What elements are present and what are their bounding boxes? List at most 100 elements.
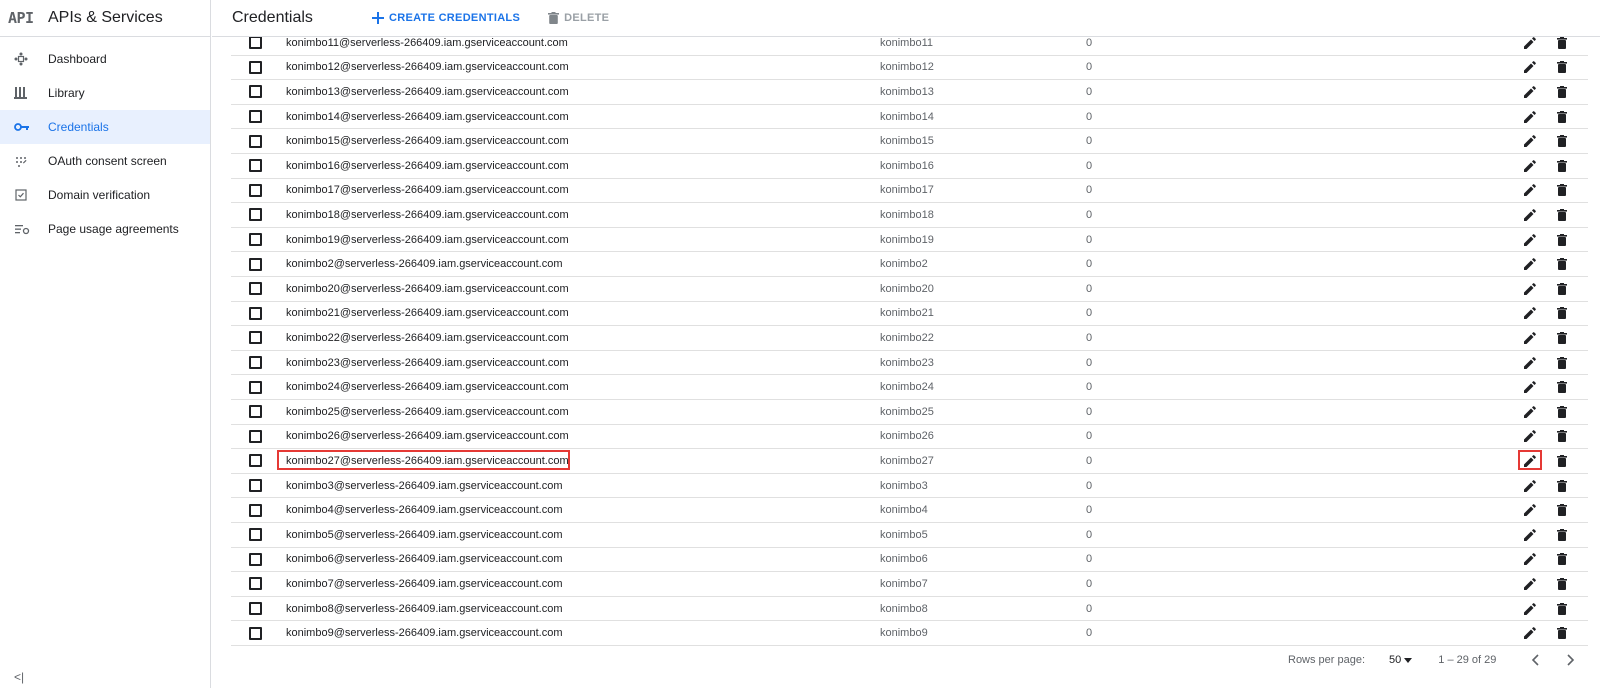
row-checkbox[interactable] (249, 503, 262, 517)
next-page-button[interactable] (1560, 652, 1582, 668)
delete-row-button[interactable] (1554, 428, 1570, 444)
delete-row-button[interactable] (1554, 330, 1570, 346)
delete-row-button[interactable] (1554, 109, 1570, 125)
edit-button[interactable] (1522, 576, 1538, 592)
edit-button[interactable] (1522, 330, 1538, 346)
row-email[interactable]: konimbo2@serverless-266409.iam.gservicea… (286, 258, 563, 270)
row-email[interactable]: konimbo4@serverless-266409.iam.gservicea… (286, 504, 563, 516)
row-checkbox[interactable] (249, 356, 262, 370)
delete-row-button[interactable] (1554, 527, 1570, 543)
row-checkbox[interactable] (249, 85, 262, 99)
edit-button[interactable] (1522, 109, 1538, 125)
edit-button[interactable] (1522, 355, 1538, 371)
row-checkbox[interactable] (249, 110, 262, 124)
edit-button[interactable] (1522, 404, 1538, 420)
row-email[interactable]: konimbo23@serverless-266409.iam.gservice… (286, 357, 569, 369)
row-checkbox[interactable] (249, 602, 262, 616)
row-checkbox[interactable] (249, 331, 262, 345)
row-checkbox[interactable] (249, 159, 262, 173)
delete-row-button[interactable] (1554, 601, 1570, 617)
sidebar-item-library[interactable]: Library (0, 76, 210, 110)
previous-page-button[interactable] (1524, 652, 1546, 668)
row-checkbox[interactable] (249, 405, 262, 419)
row-checkbox[interactable] (249, 134, 262, 148)
edit-button[interactable] (1522, 84, 1538, 100)
row-email[interactable]: konimbo26@serverless-266409.iam.gservice… (286, 430, 569, 442)
delete-row-button[interactable] (1554, 35, 1570, 51)
delete-row-button[interactable] (1554, 59, 1570, 75)
edit-button[interactable] (1522, 379, 1538, 395)
delete-row-button[interactable] (1554, 232, 1570, 248)
row-checkbox[interactable] (249, 60, 262, 74)
row-email[interactable]: konimbo8@serverless-266409.iam.gservicea… (286, 603, 563, 615)
delete-row-button[interactable] (1554, 256, 1570, 272)
delete-row-button[interactable] (1554, 182, 1570, 198)
collapse-sidebar-button[interactable]: <| (14, 670, 24, 684)
row-email[interactable]: konimbo7@serverless-266409.iam.gservicea… (286, 578, 563, 590)
edit-button[interactable] (1522, 133, 1538, 149)
delete-row-button[interactable] (1554, 133, 1570, 149)
sidebar-item-page-usage-agreements[interactable]: Page usage agreements (0, 212, 210, 246)
row-checkbox[interactable] (249, 528, 262, 542)
sidebar-item-oauth-consent[interactable]: OAuth consent screen (0, 144, 210, 178)
delete-row-button[interactable] (1554, 551, 1570, 567)
delete-row-button[interactable] (1554, 281, 1570, 297)
row-checkbox[interactable] (249, 257, 262, 271)
edit-button[interactable] (1522, 478, 1538, 494)
delete-row-button[interactable] (1554, 84, 1570, 100)
row-checkbox[interactable] (249, 306, 262, 320)
delete-row-button[interactable] (1554, 207, 1570, 223)
create-credentials-button[interactable]: CREATE CREDENTIALS (372, 12, 520, 24)
sidebar-item-domain-verification[interactable]: Domain verification (0, 178, 210, 212)
edit-button[interactable] (1522, 158, 1538, 174)
edit-button[interactable] (1522, 232, 1538, 248)
delete-row-button[interactable] (1554, 502, 1570, 518)
delete-row-button[interactable] (1554, 404, 1570, 420)
edit-button[interactable] (1522, 59, 1538, 75)
delete-row-button[interactable] (1554, 158, 1570, 174)
delete-row-button[interactable] (1554, 355, 1570, 371)
delete-row-button[interactable] (1554, 478, 1570, 494)
row-email[interactable]: konimbo18@serverless-266409.iam.gservice… (286, 209, 569, 221)
edit-button[interactable] (1522, 256, 1538, 272)
row-email[interactable]: konimbo14@serverless-266409.iam.gservice… (286, 111, 569, 123)
rows-per-page-select[interactable]: 50 (1389, 654, 1413, 666)
row-checkbox[interactable] (249, 479, 262, 493)
row-checkbox[interactable] (249, 552, 262, 566)
row-checkbox[interactable] (249, 233, 262, 247)
delete-row-button[interactable] (1554, 453, 1570, 469)
row-email[interactable]: konimbo15@serverless-266409.iam.gservice… (286, 135, 569, 147)
sidebar-item-dashboard[interactable]: Dashboard (0, 42, 210, 76)
row-checkbox[interactable] (249, 454, 262, 468)
edit-button[interactable] (1522, 35, 1538, 51)
row-email[interactable]: konimbo12@serverless-266409.iam.gservice… (286, 61, 569, 73)
row-email[interactable]: konimbo27@serverless-266409.iam.gservice… (286, 455, 569, 467)
edit-button[interactable] (1522, 207, 1538, 223)
edit-button[interactable] (1522, 453, 1538, 469)
row-email[interactable]: konimbo11@serverless-266409.iam.gservice… (286, 37, 568, 49)
delete-row-button[interactable] (1554, 576, 1570, 592)
edit-button[interactable] (1522, 281, 1538, 297)
row-email[interactable]: konimbo3@serverless-266409.iam.gservicea… (286, 480, 563, 492)
row-email[interactable]: konimbo16@serverless-266409.iam.gservice… (286, 160, 569, 172)
row-checkbox[interactable] (249, 36, 262, 50)
row-checkbox[interactable] (249, 429, 262, 443)
row-email[interactable]: konimbo22@serverless-266409.iam.gservice… (286, 332, 569, 344)
row-email[interactable]: konimbo17@serverless-266409.iam.gservice… (286, 184, 569, 196)
row-checkbox[interactable] (249, 282, 262, 296)
edit-button[interactable] (1522, 502, 1538, 518)
delete-button[interactable]: DELETE (548, 12, 609, 24)
row-checkbox[interactable] (249, 577, 262, 591)
row-email[interactable]: konimbo13@serverless-266409.iam.gservice… (286, 86, 569, 98)
edit-button[interactable] (1522, 182, 1538, 198)
edit-button[interactable] (1522, 625, 1538, 641)
row-email[interactable]: konimbo9@serverless-266409.iam.gservicea… (286, 627, 563, 639)
row-email[interactable]: konimbo21@serverless-266409.iam.gservice… (286, 307, 569, 319)
row-email[interactable]: konimbo20@serverless-266409.iam.gservice… (286, 283, 569, 295)
edit-button[interactable] (1522, 601, 1538, 617)
row-email[interactable]: konimbo25@serverless-266409.iam.gservice… (286, 406, 569, 418)
edit-button[interactable] (1522, 551, 1538, 567)
row-email[interactable]: konimbo6@serverless-266409.iam.gservicea… (286, 553, 563, 565)
row-checkbox[interactable] (249, 380, 262, 394)
app-title[interactable]: APIs & Services (48, 9, 163, 27)
